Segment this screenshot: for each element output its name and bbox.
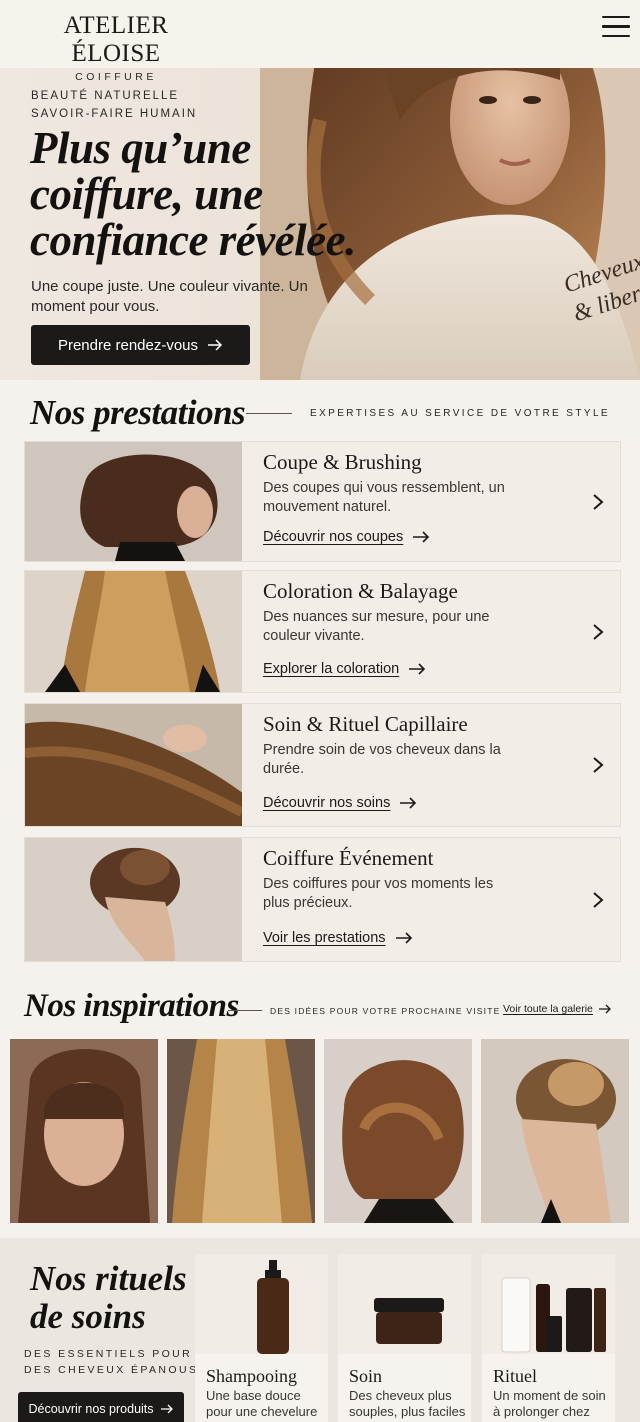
inspirations-divider [228,1010,262,1011]
chevron-right-icon[interactable] [591,890,605,910]
rituels-kicker-line-1: DES ESSENTIELS POUR [24,1348,193,1360]
chevron-right-icon[interactable] [591,755,605,775]
inspirations-title: Nos inspirations [24,988,239,1024]
inspiration-image-wavy-bob[interactable] [324,1039,472,1223]
rituels-kicker-line-2: DES CHEVEUX ÉPANOUS [24,1364,199,1376]
service-card-evenement[interactable]: Coiffure Événement Des coiffures pour vo… [24,837,621,962]
service-image-evenement [25,838,242,961]
service-image-coupe [25,442,242,561]
service-card-coloration[interactable]: Coloration & Balayage Des nuances sur me… [24,570,621,693]
service-description: Des nuances sur mesure, pour une couleur… [263,609,490,644]
discover-products-button[interactable]: Découvrir nos produits [18,1392,184,1422]
service-description: Des coiffures pour vos moments les plus … [263,876,494,911]
rituels-title: Nos rituels de soins [30,1260,187,1336]
arrow-right-icon [160,1404,173,1414]
chevron-right-icon[interactable] [591,622,605,642]
prestations-title: Nos prestations [30,393,246,432]
product-image-shampoo-bottle [195,1254,328,1354]
product-name: Rituel [493,1366,537,1386]
brand-name: ATELIER ÉLOISE [63,12,169,67]
service-link-label: Découvrir nos coupes [263,529,404,545]
book-appointment-button[interactable]: Prendre rendez-vous [31,325,250,365]
chevron-right-icon[interactable] [591,492,605,512]
service-card-soin[interactable]: Soin & Rituel Capillaire Prendre soin de… [24,703,621,827]
inspiration-image-balayage[interactable] [167,1039,315,1223]
rituels-title-line-2: de soins [30,1297,146,1336]
inspirations-kicker: DES IDÉES POUR VOTRE PROCHAINE VISITE [270,1006,501,1016]
hero-kicker: BEAUTÉ NATURELLE SAVOIR-FAIRE HUMAIN [31,87,197,123]
hero-kicker-line-2: SAVOIR-FAIRE HUMAIN [31,108,198,120]
service-link[interactable]: Voir les prestations [263,930,413,946]
service-link[interactable]: Découvrir nos soins [263,795,417,811]
arrow-right-icon [395,932,412,944]
arrow-right-icon [400,797,417,809]
service-description: Des coupes qui vous ressemblent, un mouv… [263,480,505,515]
product-description: Un moment de soin à prolonger chez [493,1388,606,1419]
service-link[interactable]: Découvrir nos coupes [263,529,430,545]
arrow-right-icon [409,663,426,675]
discover-products-label: Découvrir nos produits [28,1402,154,1416]
arrow-right-icon [413,531,430,543]
hero-section: ATELIER ÉLOISE COIFFURE BEAUTÉ NATURELLE… [0,0,640,380]
product-name: Soin [349,1366,383,1386]
hero-text: Une coupe juste. Une couleur vivante. Un… [31,278,308,315]
service-description: Prendre soin de vos cheveux dans la duré… [263,742,501,777]
hamburger-menu-icon[interactable] [602,16,630,40]
service-link-label: Explorer la coloration [263,661,400,677]
product-name: Shampooing [206,1366,298,1386]
brand-logo[interactable]: ATELIER ÉLOISE COIFFURE [26,12,206,83]
book-appointment-label: Prendre rendez-vous [57,336,199,354]
service-title: Soin & Rituel Capillaire [263,712,468,736]
arrow-right-icon [208,339,223,351]
product-card-soin[interactable]: Soin Des cheveux plus souples, plus faci… [338,1254,471,1422]
prestations-kicker: EXPERTISES AU SERVICE DE VOTRE STYLE [310,408,610,419]
product-card-rituel[interactable]: Rituel Un moment de soin à prolonger che… [482,1254,615,1422]
service-link[interactable]: Explorer la coloration [263,661,426,677]
product-image-set [482,1254,615,1354]
service-title: Coloration & Balayage [263,579,458,603]
service-title: Coiffure Événement [263,846,434,870]
rituels-kicker: DES ESSENTIELS POUR DES CHEVEUX ÉPANOUS [24,1346,198,1378]
product-card-shampooing[interactable]: Shampooing Une base douce pour une cheve… [195,1254,328,1422]
hero-kicker-line-1: BEAUTÉ NATURELLE [31,90,180,102]
product-description: Une base douce pour une chevelure [206,1388,318,1419]
inspiration-image-updo[interactable] [481,1039,629,1223]
gallery-link[interactable]: Voir toute la galerie [503,1003,612,1015]
gallery-link-label: Voir toute la galerie [503,1003,593,1015]
service-image-soin [25,704,242,826]
prestations-divider [246,413,292,414]
product-image-jar [338,1254,471,1354]
hero-title: Plus qu’une coiffure, une confiance révé… [30,123,356,265]
service-image-coloration [25,571,242,692]
service-title: Coupe & Brushing [263,450,422,474]
service-link-label: Voir les prestations [263,930,386,946]
rituels-title-line-1: Nos rituels [30,1259,187,1298]
inspiration-image-fringe[interactable] [10,1039,158,1223]
brand-tagline: COIFFURE [75,71,157,83]
arrow-right-icon [598,1004,611,1014]
service-card-coupe[interactable]: Coupe & Brushing Des coupes qui vous res… [24,441,621,562]
product-description: Des cheveux plus souples, plus faciles [349,1388,466,1419]
service-link-label: Découvrir nos soins [263,795,391,811]
